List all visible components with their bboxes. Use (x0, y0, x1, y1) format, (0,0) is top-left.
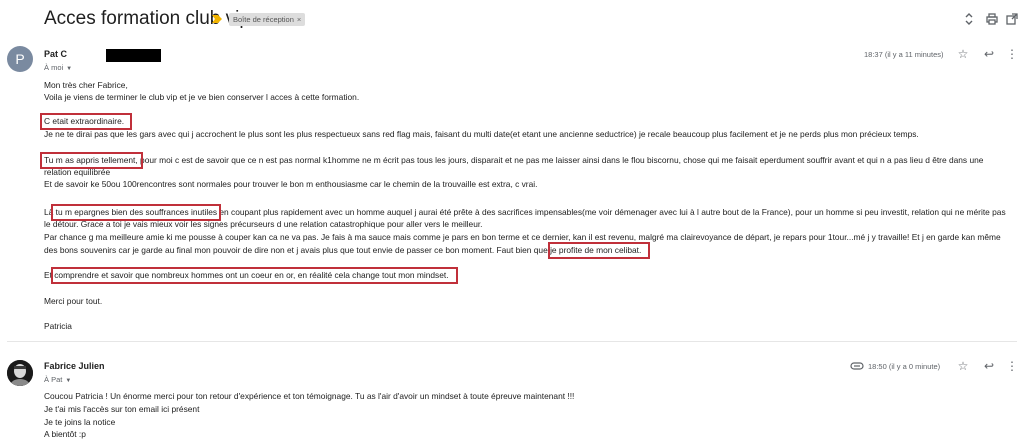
more-options-icon[interactable]: ⋮ (1005, 359, 1019, 373)
reply-icon[interactable]: ↩ (982, 359, 996, 373)
highlight-box (40, 113, 132, 130)
recipient-details[interactable]: À moi ▼ (44, 63, 72, 72)
open-new-window-icon[interactable] (1005, 12, 1019, 26)
avatar[interactable]: P (7, 46, 33, 72)
inbox-label-chip[interactable]: Boîte de réception × (229, 13, 306, 26)
inbox-label-text: Boîte de réception (233, 15, 294, 24)
body-line: Et de savoir ke 50ou 100rencontres sont … (44, 179, 538, 189)
importance-marker-icon[interactable] (212, 14, 222, 24)
body-line: A bientôt :p (44, 429, 86, 439)
recipient-text: À moi (44, 63, 64, 72)
body-line: Par chance g ma meilleure amie ki me pou… (44, 232, 1001, 242)
chevron-down-icon: ▼ (66, 66, 73, 72)
body-line: Voila je viens de terminer le club vip e… (44, 92, 360, 102)
highlight-box (51, 204, 221, 221)
body-line: Mon très cher Fabrice, (44, 80, 128, 90)
subject-bar: Acces formation club vip Boîte de récept… (0, 0, 1024, 40)
sender-name[interactable]: Pat C (44, 49, 161, 62)
sender-name-text: Pat C (44, 49, 68, 59)
body-line: Tu m as appris tellement, pour moi c est… (44, 155, 984, 165)
sender-name[interactable]: Fabrice Julien (44, 361, 105, 371)
recipient-details[interactable]: À Pat ▼ (44, 375, 71, 384)
redaction-box (106, 49, 161, 62)
message-divider (7, 341, 1017, 342)
remove-label-icon[interactable]: × (297, 15, 301, 24)
reply-icon[interactable]: ↩ (982, 47, 996, 61)
message-time: 18:50 (il y a 0 minute) (868, 362, 941, 371)
highlight-box (40, 152, 143, 169)
more-options-icon[interactable]: ⋮ (1005, 47, 1019, 61)
body-line: Je ne te dirai pas que les gars avec qui… (44, 129, 919, 139)
star-icon[interactable]: ☆ (956, 47, 970, 61)
message-time: 18:37 (il y a 11 minutes) (864, 50, 944, 59)
print-icon[interactable] (985, 12, 999, 26)
highlight-box (548, 242, 650, 259)
body-line: Patricia (44, 321, 72, 331)
highlight-box (51, 267, 458, 284)
body-line: Je t'ai mis l'accès sur ton email ici pr… (44, 404, 200, 414)
attachment-icon (850, 359, 864, 373)
chevron-down-icon: ▼ (65, 378, 72, 384)
star-icon[interactable]: ☆ (956, 359, 970, 373)
body-line: Merci pour tout. (44, 296, 103, 306)
expand-all-icon[interactable] (962, 12, 976, 26)
avatar[interactable] (7, 360, 33, 386)
body-line: Je te joins la notice (44, 417, 116, 427)
recipient-text: À Pat (44, 375, 63, 384)
body-line: Coucou Patricia ! Un énorme merci pour t… (44, 391, 575, 401)
